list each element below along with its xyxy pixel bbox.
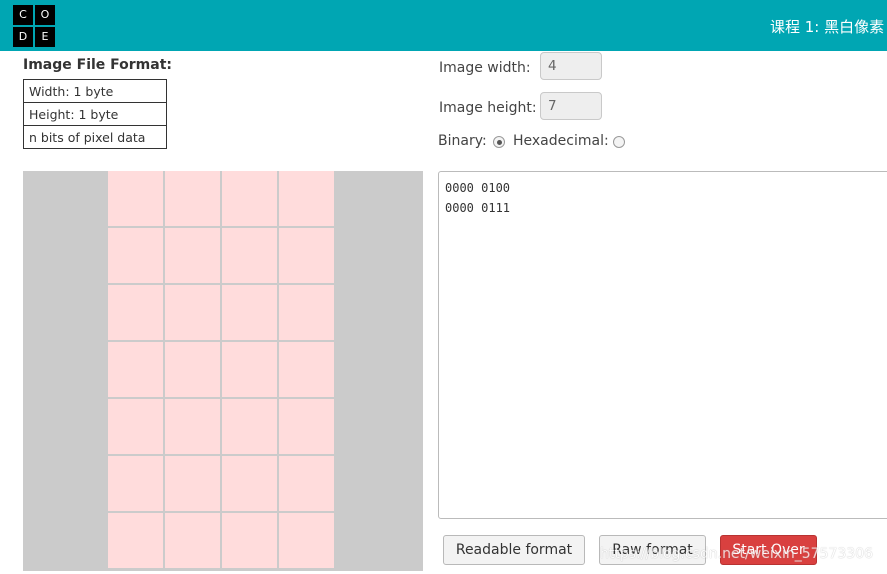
pixel-cell[interactable] [222, 228, 277, 283]
pixel-cell[interactable] [279, 513, 334, 568]
hexadecimal-label: Hexadecimal: [513, 133, 609, 149]
course-title: 课程 1: 黑白像素 [770, 18, 885, 36]
pixel-cell[interactable] [165, 228, 220, 283]
start-over-button[interactable]: Start Over [720, 535, 817, 565]
pixel-cell[interactable] [108, 171, 163, 226]
readable-format-button[interactable]: Readable format [443, 535, 585, 565]
editor-line: 0000 0111 [445, 201, 511, 215]
pixel-grid [108, 171, 334, 568]
pixel-cell[interactable] [108, 342, 163, 397]
pixel-canvas [23, 171, 423, 571]
image-height-input[interactable]: 7 [540, 92, 602, 120]
logo-letter: C [13, 5, 33, 25]
pixel-cell[interactable] [108, 456, 163, 511]
pixel-cell[interactable] [222, 456, 277, 511]
binary-data-editor[interactable]: 0000 0100 0000 0111 [438, 171, 887, 519]
logo-letter: E [35, 27, 55, 47]
pixel-cell[interactable] [279, 228, 334, 283]
pixel-cell[interactable] [165, 171, 220, 226]
code-org-logo[interactable]: C O D E [13, 5, 57, 47]
format-row-pixel-data: n bits of pixel data [23, 125, 167, 149]
pixel-cell[interactable] [279, 456, 334, 511]
pixel-cell[interactable] [222, 342, 277, 397]
pixel-cell[interactable] [108, 228, 163, 283]
format-row-height: Height: 1 byte [23, 102, 167, 126]
pixel-cell[interactable] [279, 285, 334, 340]
pixel-cell[interactable] [108, 399, 163, 454]
pixel-cell[interactable] [279, 399, 334, 454]
image-height-label: Image height: [439, 100, 537, 116]
pixel-cell[interactable] [222, 285, 277, 340]
pixel-cell[interactable] [222, 399, 277, 454]
editor-line: 0000 0100 [445, 181, 511, 195]
pixel-cell[interactable] [108, 285, 163, 340]
logo-letter: D [13, 27, 33, 47]
hexadecimal-radio[interactable] [613, 136, 625, 148]
binary-label: Binary: [438, 133, 487, 149]
image-width-input[interactable]: 4 [540, 52, 602, 80]
image-file-format-table: Width: 1 byte Height: 1 byte n bits of p… [23, 79, 167, 149]
pixel-cell[interactable] [222, 171, 277, 226]
pixel-cell[interactable] [165, 285, 220, 340]
pixel-cell[interactable] [165, 399, 220, 454]
pixel-cell[interactable] [165, 456, 220, 511]
image-width-label: Image width: [439, 60, 531, 76]
format-row-width: Width: 1 byte [23, 79, 167, 103]
logo-letter: O [35, 5, 55, 25]
image-file-format-title: Image File Format: [23, 57, 173, 73]
pixel-cell[interactable] [165, 342, 220, 397]
raw-format-button[interactable]: Raw format [599, 535, 706, 565]
binary-radio[interactable] [493, 136, 505, 148]
pixel-cell[interactable] [222, 513, 277, 568]
pixel-cell[interactable] [279, 342, 334, 397]
top-bar: C O D E 课程 1: 黑白像素 [0, 0, 887, 51]
pixel-cell[interactable] [165, 513, 220, 568]
pixel-cell[interactable] [108, 513, 163, 568]
pixel-cell[interactable] [279, 171, 334, 226]
